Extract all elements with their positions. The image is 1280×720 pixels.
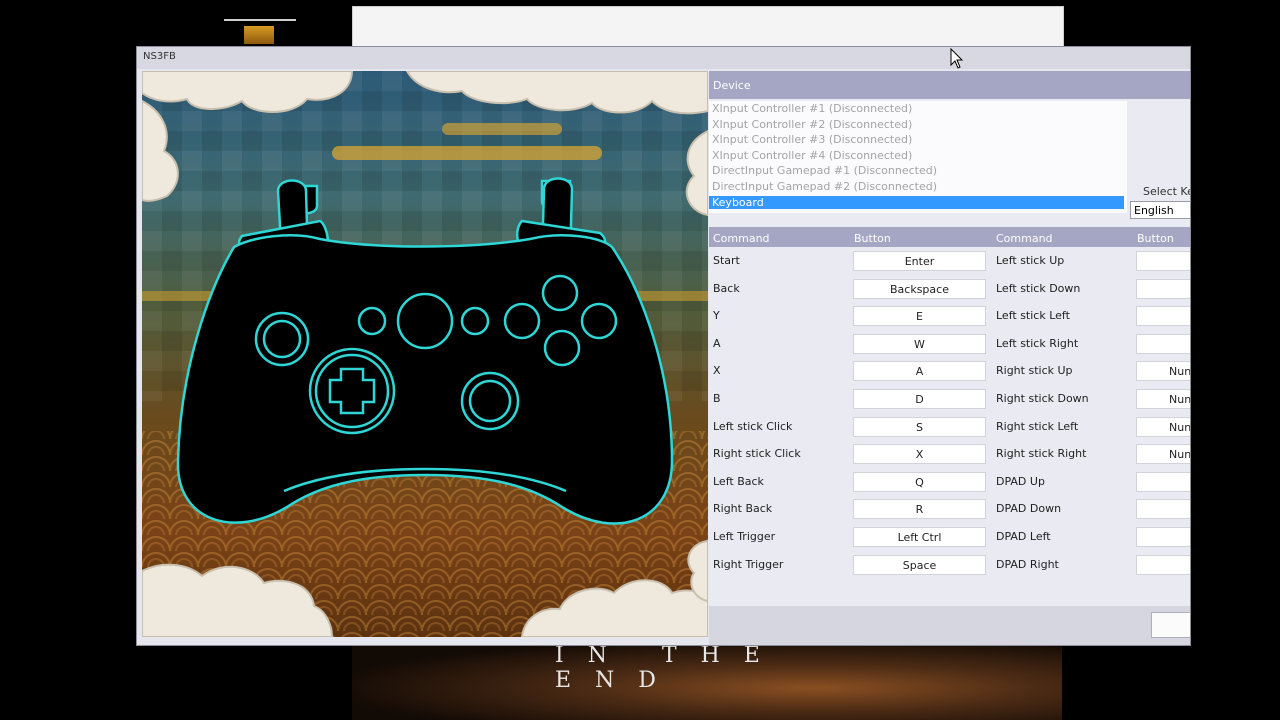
command-label: A <box>713 336 721 350</box>
key-binding-field[interactable]: W <box>853 333 986 354</box>
background-caption: IN THE END <box>555 643 784 693</box>
background-divider <box>224 19 296 21</box>
command-label: X <box>713 364 721 378</box>
mapping-row: A W Left stick Right <box>709 332 1190 358</box>
controller-config-window: NS3FB Device XInput Controller #1 (Disco… <box>136 46 1191 646</box>
mapping-row: Left Trigger Left Ctrl DPAD Left <box>709 525 1190 551</box>
key-binding-field[interactable] <box>1136 499 1190 520</box>
key-binding-field[interactable]: E <box>853 306 986 327</box>
command-label: Back <box>713 281 740 295</box>
mapping-row: Left Back Q DPAD Up <box>709 470 1190 496</box>
command-label: Right stick Down <box>996 392 1089 405</box>
command-label: Left Trigger <box>713 530 776 543</box>
mapping-row: X A Right stick Up Nun <box>709 359 1190 385</box>
command-header: Command <box>713 232 770 245</box>
command-label: Left stick Left <box>996 309 1070 323</box>
device-item[interactable]: XInput Controller #2 (Disconnected) <box>712 118 912 131</box>
command-label: Right Back <box>713 502 773 516</box>
device-item[interactable]: Keyboard <box>709 195 1124 209</box>
mapping-row: Right stick Click X Right stick Right Nun <box>709 442 1190 468</box>
key-binding-field[interactable]: D <box>853 389 986 409</box>
mapping-row: Y E Left stick Left <box>709 304 1190 330</box>
key-binding-field[interactable]: Nun <box>1136 361 1190 382</box>
ok-button[interactable] <box>1151 612 1190 638</box>
key-binding-field[interactable]: Left Ctrl <box>853 527 986 547</box>
key-binding-field[interactable]: Space <box>853 554 986 575</box>
mapping-row: B D Right stick Down Nun <box>709 387 1190 413</box>
command-label: Left stick Down <box>996 281 1081 295</box>
device-item[interactable]: DirectInput Gamepad #2 (Disconnected) <box>712 180 937 193</box>
panel-footer <box>709 606 1190 645</box>
key-binding-field[interactable]: Enter <box>853 251 986 271</box>
button-header-2: Button <box>1137 232 1174 245</box>
device-item[interactable]: XInput Controller #1 (Disconnected) <box>712 102 912 115</box>
command-label: Start <box>713 254 740 267</box>
command-label: Right stick Click <box>713 447 801 461</box>
command-label: DPAD Down <box>996 502 1062 516</box>
command-label: Right Trigger <box>713 557 784 571</box>
key-binding-field[interactable] <box>1136 278 1190 299</box>
device-item[interactable]: XInput Controller #3 (Disconnected) <box>712 133 912 146</box>
command-label: Right stick Up <box>996 364 1073 378</box>
key-binding-field[interactable]: Nun <box>1136 416 1190 437</box>
key-binding-field[interactable] <box>1136 306 1190 327</box>
keyboard-layout-dropdown[interactable]: English <box>1130 201 1190 219</box>
command-label: Y <box>713 309 720 323</box>
key-binding-field[interactable]: S <box>853 416 986 437</box>
window-title: NS3FB <box>143 51 176 62</box>
mapping-row: Right Trigger Space DPAD Right <box>709 553 1190 579</box>
key-binding-field[interactable]: Backspace <box>853 278 986 299</box>
key-binding-field[interactable] <box>1136 527 1190 547</box>
command-label: B <box>713 392 721 405</box>
key-binding-field[interactable] <box>1136 554 1190 575</box>
key-binding-field[interactable]: A <box>853 361 986 382</box>
input-settings-panel: Device XInput Controller #1 (Disconnecte… <box>709 71 1190 645</box>
command-label: Left stick Right <box>996 336 1079 350</box>
command-header-2: Command <box>996 232 1053 245</box>
command-label: Right stick Left <box>996 419 1079 433</box>
taskbar-app-icon[interactable] <box>244 26 274 44</box>
command-label: DPAD Up <box>996 474 1045 488</box>
command-label: Right stick Right <box>996 447 1087 461</box>
controller-artwork <box>142 71 708 637</box>
mapping-row: Left stick Click S Right stick Left Nun <box>709 415 1190 441</box>
key-binding-field[interactable] <box>1136 471 1190 492</box>
device-header-label: Device <box>713 79 751 92</box>
key-binding-field[interactable] <box>1136 333 1190 354</box>
mapping-row: Start Enter Left stick Up <box>709 249 1190 275</box>
command-label: Left Back <box>713 474 764 488</box>
command-label: DPAD Left <box>996 530 1051 543</box>
key-binding-field[interactable]: Q <box>853 471 986 492</box>
device-item[interactable]: DirectInput Gamepad #1 (Disconnected) <box>712 164 937 177</box>
keyboard-layout-label: Select Ke <box>1143 185 1191 198</box>
mouse-cursor-icon <box>950 48 964 69</box>
device-header: Device <box>709 71 1190 99</box>
command-label: Left stick Click <box>713 419 793 433</box>
mapping-header: Command Button Command Button <box>709 227 1190 247</box>
device-list[interactable]: XInput Controller #1 (Disconnected) XInpu… <box>709 101 1127 213</box>
command-label: Left stick Up <box>996 254 1065 267</box>
mapping-row: Right Back R DPAD Down <box>709 497 1190 523</box>
title-bar[interactable]: NS3FB <box>137 47 1190 69</box>
key-binding-field[interactable] <box>1136 251 1190 271</box>
key-binding-field[interactable]: Nun <box>1136 389 1190 409</box>
device-item[interactable]: XInput Controller #4 (Disconnected) <box>712 149 912 162</box>
key-binding-field[interactable]: R <box>853 499 986 520</box>
gamepad-illustration <box>142 71 708 637</box>
key-binding-field[interactable]: Nun <box>1136 444 1190 465</box>
command-label: DPAD Right <box>996 557 1059 571</box>
mapping-row: Back Backspace Left stick Down <box>709 277 1190 303</box>
key-binding-field[interactable]: X <box>853 444 986 465</box>
button-header: Button <box>854 232 891 245</box>
